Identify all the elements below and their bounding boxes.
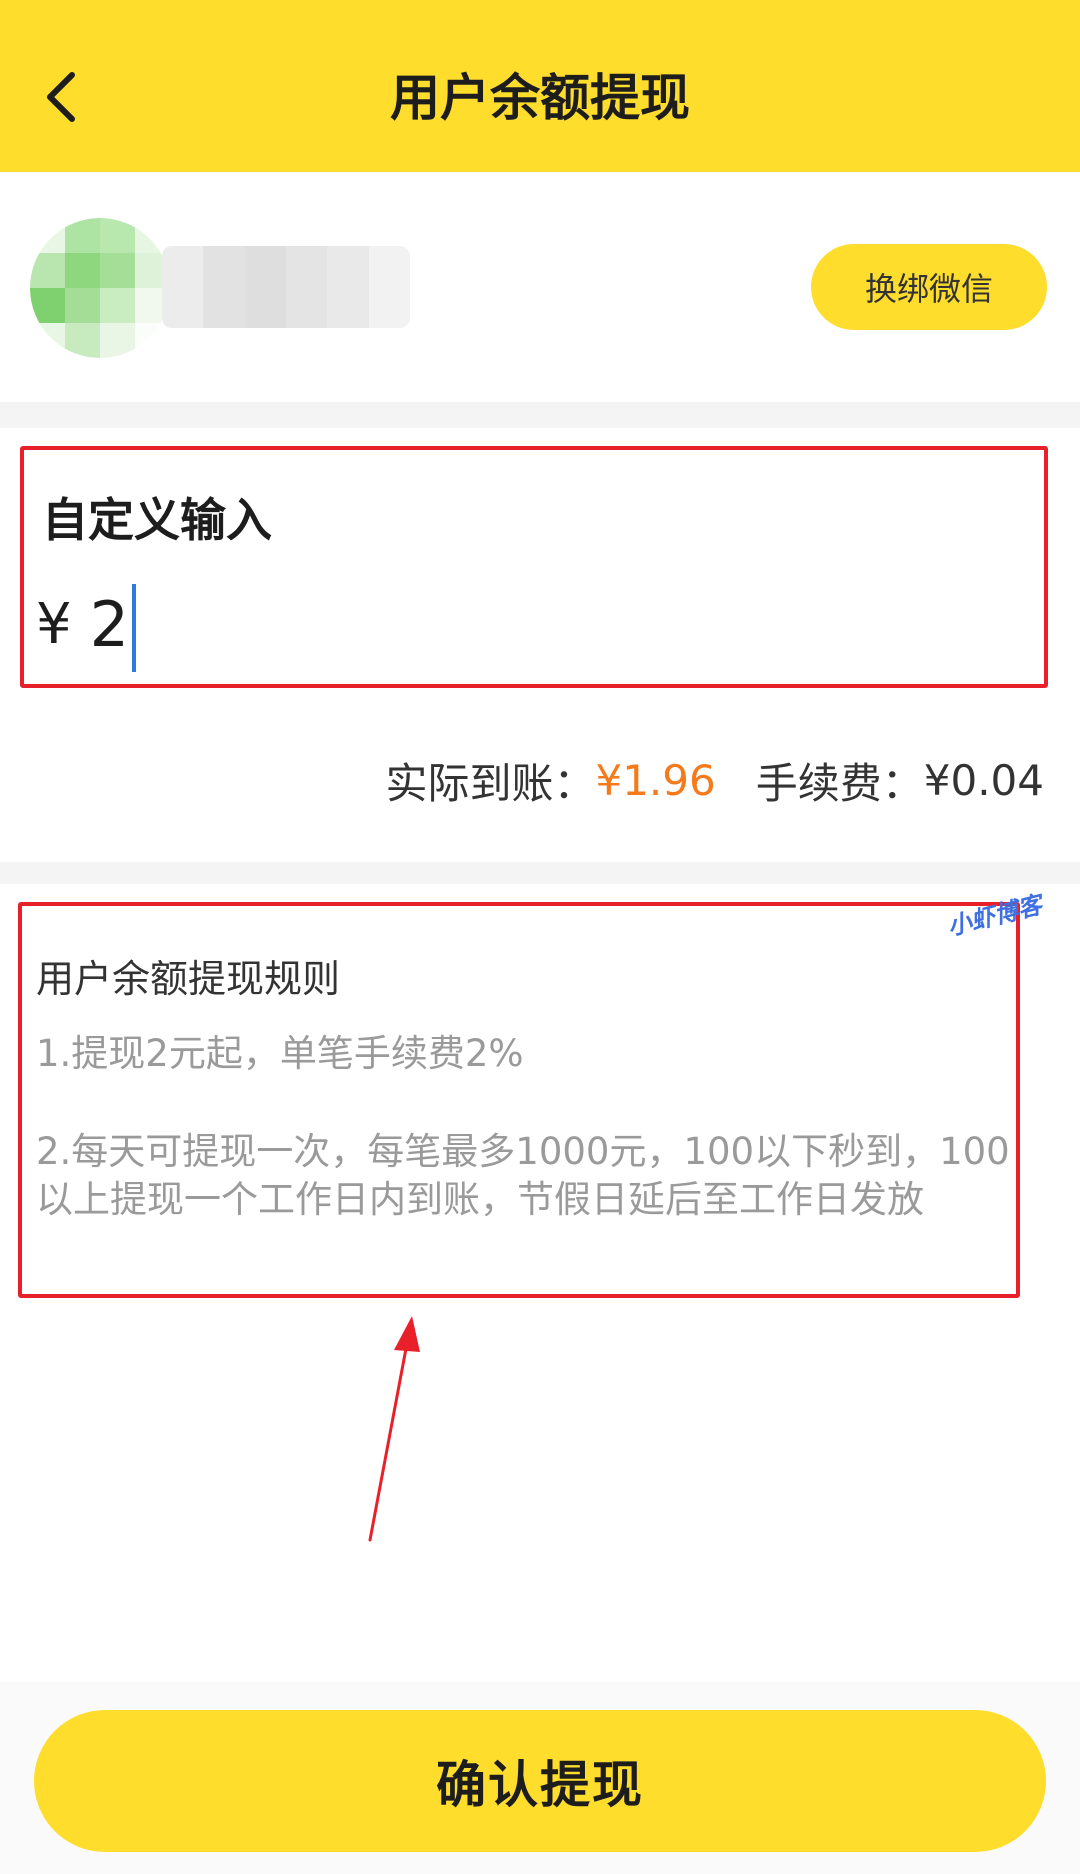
rules-title: 用户余额提现规则 [36,957,341,1001]
red-arrow-icon [368,1316,420,1542]
amount-row: ¥ [36,578,290,670]
rebind-wechat-button[interactable]: 换绑微信 [811,244,1047,330]
confirm-withdraw-button[interactable]: 确认提现 [34,1710,1046,1852]
amount-input[interactable] [89,587,290,661]
actual-amount-value: ¥1.96 [595,755,716,805]
page-title: 用户余额提现 [390,69,690,127]
rule-item: 1.提现2元起，单笔手续费2% [36,1032,524,1075]
avatar [30,218,170,358]
rule-item: 2.每天可提现一次，每笔最多1000元，100以下秒到，100以上提现一个工作日… [36,1130,1010,1221]
actual-amount-label: 实际到账： [385,758,596,808]
custom-amount-box: 自定义输入 ¥ [20,446,1048,688]
section-divider [0,862,1080,884]
rules-box: 用户余额提现规则 1.提现2元起，单笔手续费2% 2.每天可提现一次，每笔最多1… [18,902,1020,1298]
custom-input-label: 自定义输入 [42,493,272,547]
nickname-blurred [162,246,410,328]
section-divider [0,402,1080,428]
account-section: 换绑微信 [0,172,1080,402]
withdraw-summary: 实际到账： ¥1.96 手续费： ¥0.04 [385,748,1044,812]
fee-label: 手续费： [755,758,924,808]
currency-symbol: ¥ [36,591,72,657]
fee-value: ¥0.04 [923,755,1044,805]
text-caret [132,584,136,672]
